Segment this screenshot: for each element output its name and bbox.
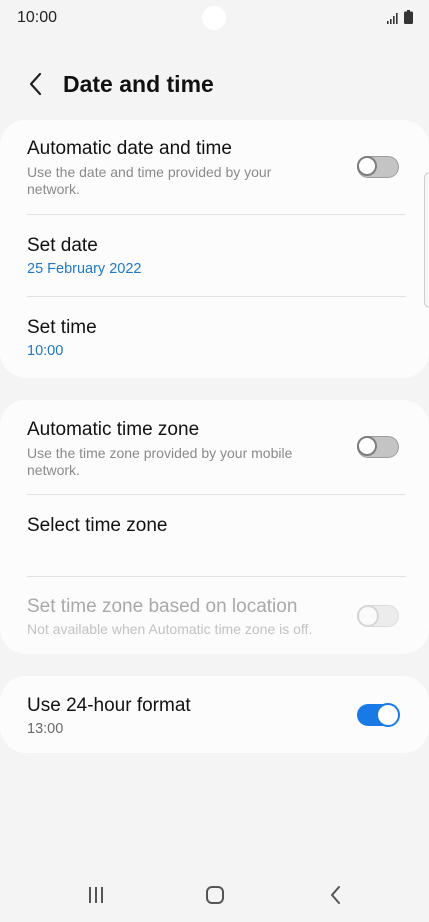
settings-card-date-time: Automatic date and time Use the date and…: [0, 120, 429, 378]
set-date-title: Set date: [27, 235, 98, 256]
battery-icon: [404, 10, 413, 24]
time-zone-location-title: Set time zone based on location: [27, 596, 298, 617]
scroll-indicator[interactable]: [424, 172, 429, 308]
set-time-value: 10:00: [27, 343, 64, 359]
back-icon: [331, 886, 340, 904]
back-button[interactable]: [20, 68, 52, 100]
signal-icon: [387, 13, 398, 24]
automatic-date-time-subtitle: Use the date and time provided by your n…: [27, 164, 272, 197]
time-zone-location-row: Set time zone based on location Not avai…: [0, 577, 429, 654]
navigation-bar: [0, 862, 429, 922]
select-time-zone-title: Select time zone: [27, 515, 168, 536]
use-24-hour-title: Use 24-hour format: [27, 695, 191, 716]
recent-apps-button[interactable]: [78, 880, 114, 910]
chevron-left-icon: [29, 72, 42, 96]
automatic-time-zone-row[interactable]: Automatic time zone Use the time zone pr…: [0, 400, 429, 494]
header: Date and time: [0, 60, 429, 110]
use-24-hour-value: 13:00: [27, 721, 64, 737]
automatic-date-time-toggle[interactable]: [357, 156, 399, 178]
set-time-title: Set time: [27, 317, 97, 338]
home-button[interactable]: [197, 880, 233, 910]
set-time-row[interactable]: Set time 10:00: [0, 297, 429, 378]
toggle-knob: [357, 436, 377, 456]
use-24-hour-row[interactable]: Use 24-hour format 13:00: [0, 676, 429, 753]
toggle-knob: [357, 156, 377, 176]
select-time-zone-row[interactable]: Select time zone: [0, 495, 429, 576]
recent-apps-icon: [89, 887, 103, 903]
time-zone-location-subtitle: Not available when Automatic time zone i…: [27, 621, 313, 637]
settings-card-format: Use 24-hour format 13:00: [0, 676, 429, 753]
home-icon: [206, 886, 224, 904]
time-zone-location-toggle: [357, 605, 399, 627]
settings-card-time-zone: Automatic time zone Use the time zone pr…: [0, 400, 429, 654]
status-bar: 10:00: [0, 0, 429, 38]
automatic-time-zone-subtitle: Use the time zone provided by your mobil…: [27, 445, 293, 478]
use-24-hour-toggle[interactable]: [357, 703, 400, 727]
set-date-value: 25 February 2022: [27, 261, 142, 277]
toggle-knob: [376, 703, 400, 727]
automatic-time-zone-title: Automatic time zone: [27, 419, 200, 440]
automatic-date-time-row[interactable]: Automatic date and time Use the date and…: [0, 120, 429, 214]
status-time: 10:00: [17, 9, 58, 26]
nav-back-button[interactable]: [318, 880, 354, 910]
toggle-knob: [357, 605, 379, 627]
camera-cutout: [202, 6, 226, 30]
automatic-date-time-title: Automatic date and time: [27, 138, 232, 159]
automatic-time-zone-toggle[interactable]: [357, 436, 399, 458]
set-date-row[interactable]: Set date 25 February 2022: [0, 215, 429, 296]
page-title: Date and time: [63, 71, 214, 97]
